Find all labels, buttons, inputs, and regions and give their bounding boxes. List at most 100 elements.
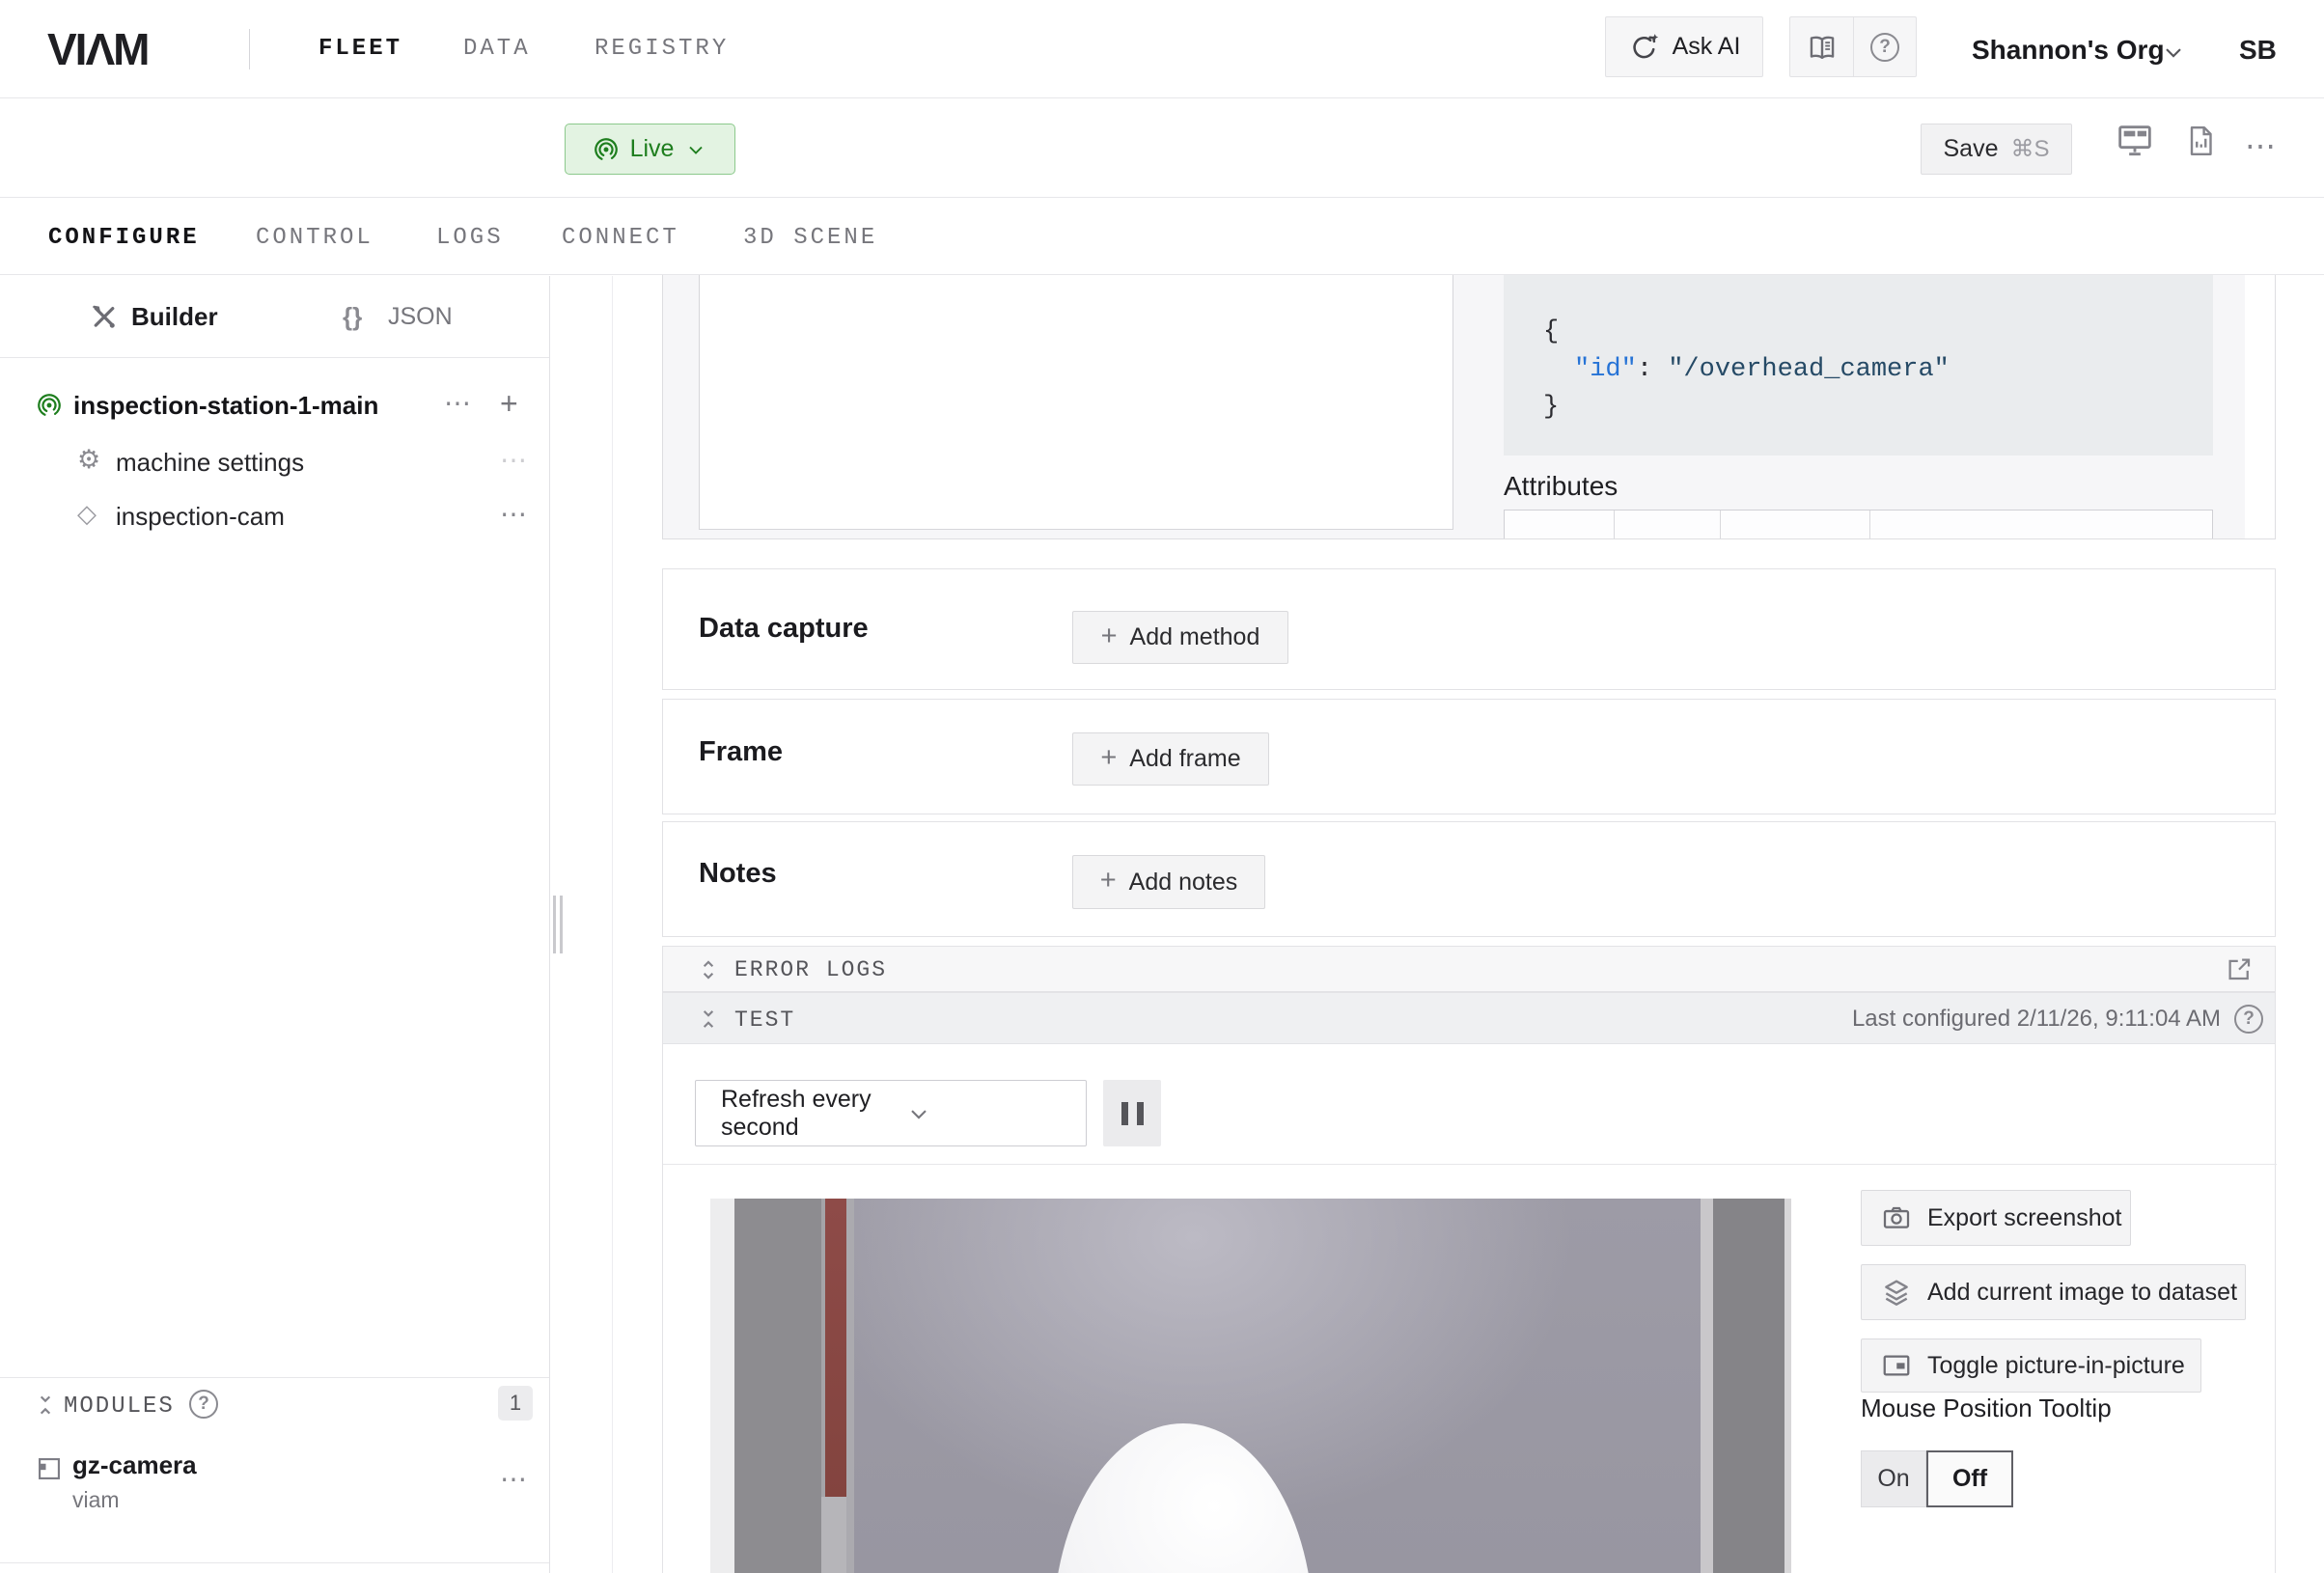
nav-divider bbox=[249, 29, 250, 69]
gear-icon: ⚙ bbox=[77, 445, 100, 475]
component-config-card: { "id": "/overhead_camera" } Attributes bbox=[662, 275, 2276, 539]
machine-report-icon[interactable] bbox=[2183, 124, 2218, 158]
nav-registry[interactable]: REGISTRY bbox=[595, 36, 729, 62]
pause-stream-button[interactable] bbox=[1103, 1080, 1161, 1146]
ask-ai-label: Ask AI bbox=[1673, 33, 1741, 61]
mode-toggle-row: Builder {} JSON bbox=[0, 276, 549, 358]
red-pillar bbox=[825, 1199, 846, 1497]
save-label: Save bbox=[1944, 135, 1999, 163]
tooltip-on-button[interactable]: On bbox=[1861, 1450, 1926, 1507]
avatar[interactable]: SB bbox=[2239, 35, 2277, 66]
module-org: viam bbox=[72, 1487, 120, 1513]
white-sphere-object bbox=[1053, 1423, 1314, 1573]
camera-stream-image bbox=[710, 1199, 1791, 1573]
refresh-rate-select[interactable]: Refresh every second bbox=[695, 1080, 1087, 1146]
test-bar[interactable]: TEST Last configured 2/11/26, 9:11:04 AM… bbox=[662, 992, 2276, 1044]
machine-tabs: CONFIGURE CONTROL LOGS CONNECT 3D SCENE bbox=[0, 199, 2324, 275]
save-button[interactable]: Save ⌘S bbox=[1921, 124, 2072, 175]
test-help-icon[interactable]: ? bbox=[2234, 1005, 2263, 1034]
tab-logs[interactable]: LOGS bbox=[436, 225, 504, 251]
config-sidebar: Builder {} JSON inspection-station-1-mai… bbox=[0, 276, 550, 1573]
modules-bottom-divider bbox=[0, 1562, 549, 1563]
mode-json[interactable]: JSON bbox=[388, 303, 453, 331]
nav-fleet[interactable]: FLEET bbox=[318, 36, 402, 62]
unfold-less-icon bbox=[696, 1007, 721, 1032]
book-icon bbox=[1806, 31, 1839, 64]
plus-icon: + bbox=[1101, 622, 1118, 650]
plus-icon: + bbox=[1100, 744, 1117, 772]
error-logs-bar[interactable]: ERROR LOGS bbox=[662, 946, 2276, 992]
modules-help-icon[interactable]: ? bbox=[189, 1390, 218, 1419]
error-logs-label: ERROR LOGS bbox=[734, 957, 887, 982]
json-preview-block[interactable]: { "id": "/overhead_camera" } bbox=[1504, 275, 2213, 455]
docs-help-group: ? bbox=[1789, 16, 1917, 77]
code-line: } bbox=[1543, 389, 2213, 427]
last-configured-text: Last configured 2/11/26, 9:11:04 AM bbox=[1852, 1006, 2221, 1033]
mode-builder[interactable]: Builder bbox=[131, 302, 218, 332]
config-text-area[interactable] bbox=[699, 275, 1453, 530]
save-shortcut: ⌘S bbox=[2010, 135, 2049, 163]
tree-item-machine-settings[interactable]: ⚙ machine settings ⋯ bbox=[0, 440, 549, 486]
tree-item-label: inspection-cam bbox=[116, 502, 285, 532]
tab-control[interactable]: CONTROL bbox=[256, 225, 374, 251]
export-screenshot-button[interactable]: Export screenshot bbox=[1861, 1190, 2131, 1246]
add-frame-button[interactable]: + Add frame bbox=[1072, 732, 1269, 786]
tree-root-more-menu[interactable]: ⋯ bbox=[444, 387, 471, 419]
top-navbar: VIΛM FLEET DATA REGISTRY Ask AI ? bbox=[0, 0, 2324, 98]
data-capture-section: Data capture + Add method bbox=[662, 568, 2276, 690]
mouse-position-tooltip-label: Mouse Position Tooltip bbox=[1861, 1394, 2112, 1423]
add-component-button[interactable]: + bbox=[500, 386, 518, 422]
code-line: "id": "/overhead_camera" bbox=[1543, 351, 2213, 389]
machine-more-menu[interactable]: ⋯ bbox=[2245, 127, 2278, 164]
builder-tools-icon bbox=[90, 303, 119, 332]
viam-logo[interactable]: VIΛM bbox=[47, 23, 148, 75]
sidebar-resize-handle[interactable] bbox=[551, 896, 565, 953]
live-signal-icon bbox=[593, 136, 620, 163]
external-link-icon[interactable] bbox=[2225, 954, 2254, 983]
section-title: Notes bbox=[699, 858, 777, 890]
tree-item-inspection-cam[interactable]: ◇ inspection-cam ⋯ bbox=[0, 494, 549, 540]
help-button[interactable]: ? bbox=[1853, 17, 1916, 76]
tree-item-main-part[interactable]: inspection-station-1-main ⋯ + bbox=[0, 384, 549, 430]
attributes-table bbox=[1504, 510, 2213, 539]
toggle-pip-button[interactable]: Toggle picture-in-picture bbox=[1861, 1338, 2201, 1393]
add-method-button[interactable]: + Add method bbox=[1072, 611, 1288, 664]
test-label: TEST bbox=[734, 1007, 795, 1033]
layers-icon bbox=[1881, 1277, 1912, 1308]
machine-part-icon bbox=[36, 392, 63, 419]
help-icon: ? bbox=[1870, 33, 1899, 62]
attributes-heading: Attributes bbox=[1504, 471, 1618, 502]
modules-collapse-icon[interactable] bbox=[33, 1393, 58, 1418]
module-item-gz-camera[interactable]: gz-camera viam ⋯ bbox=[0, 1446, 549, 1538]
modules-divider bbox=[0, 1377, 549, 1378]
chevron-down-icon bbox=[684, 138, 707, 161]
notes-section: Notes + Add notes bbox=[662, 821, 2276, 937]
refresh-rate-value: Refresh every second bbox=[696, 1086, 880, 1142]
tree-item-more-menu[interactable]: ⋯ bbox=[500, 498, 527, 530]
chevron-down-icon[interactable] bbox=[2160, 39, 2187, 66]
code-line: { bbox=[1543, 314, 2213, 351]
tab-configure[interactable]: CONFIGURE bbox=[48, 225, 200, 251]
tree-item-more-menu[interactable]: ⋯ bbox=[500, 444, 527, 476]
modules-count-badge: 1 bbox=[498, 1386, 533, 1421]
add-notes-button[interactable]: + Add notes bbox=[1072, 855, 1265, 909]
frame-section: Frame + Add frame bbox=[662, 699, 2276, 814]
json-braces-icon[interactable]: {} bbox=[343, 302, 362, 332]
ask-ai-button[interactable]: Ask AI bbox=[1605, 16, 1763, 77]
tooltip-off-button[interactable]: Off bbox=[1926, 1450, 2013, 1507]
machine-dashboard-icon[interactable] bbox=[2116, 121, 2154, 159]
status-label: Live bbox=[630, 135, 675, 163]
docs-button[interactable] bbox=[1790, 17, 1853, 76]
tab-connect[interactable]: CONNECT bbox=[562, 225, 679, 251]
section-title: Data capture bbox=[699, 613, 869, 645]
org-switcher[interactable]: Shannon's Org bbox=[1972, 35, 2165, 66]
ask-ai-sparkle-icon bbox=[1628, 31, 1661, 64]
add-image-to-dataset-button[interactable]: Add current image to dataset bbox=[1861, 1264, 2246, 1320]
nav-data[interactable]: DATA bbox=[463, 36, 531, 62]
module-more-menu[interactable]: ⋯ bbox=[500, 1463, 527, 1495]
module-icon bbox=[36, 1455, 63, 1482]
machine-status-badge[interactable]: Live bbox=[565, 124, 735, 175]
tab-3d-scene[interactable]: 3D SCENE bbox=[743, 225, 877, 251]
chevron-down-icon bbox=[880, 1100, 1086, 1127]
card-scrollbar-gutter[interactable] bbox=[2245, 275, 2276, 539]
